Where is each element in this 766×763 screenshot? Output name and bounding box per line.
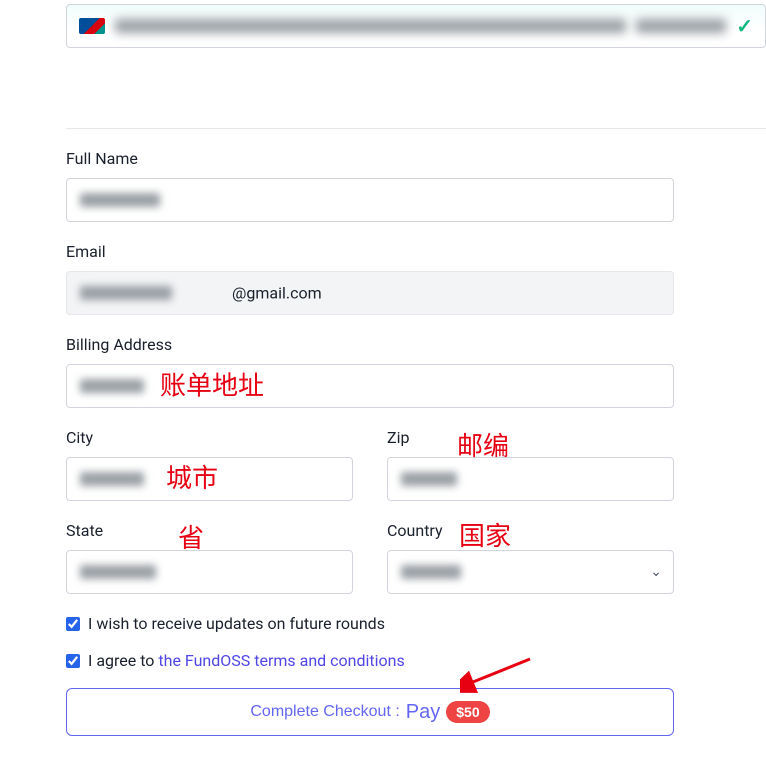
city-zip-row: City 城市 Zip 邮编: [66, 428, 674, 521]
agree-label: I agree to the FundOSS terms and conditi…: [88, 651, 405, 670]
email-label: Email: [66, 242, 674, 261]
city-group: City 城市: [66, 428, 353, 501]
unionpay-logo: [79, 18, 105, 34]
billing-address-label: Billing Address: [66, 335, 674, 354]
zip-group: Zip 邮编: [387, 428, 674, 501]
card-number-masked: [115, 19, 626, 33]
billing-address-group: Billing Address 账单地址: [66, 335, 674, 408]
billing-address-input[interactable]: [66, 364, 674, 408]
state-country-row: State 省 Country ⌄ 国家: [66, 521, 674, 614]
email-user-masked: [80, 286, 172, 300]
card-expiry-masked: [636, 19, 726, 33]
full-name-value-masked: [80, 193, 160, 207]
updates-label: I wish to receive updates on future roun…: [88, 614, 385, 633]
check-icon: ✓: [736, 14, 753, 38]
state-value-masked: [80, 565, 156, 579]
complete-checkout-button[interactable]: Complete Checkout : Pay $50: [66, 688, 674, 736]
section-divider: [66, 128, 766, 129]
updates-checkbox-row: I wish to receive updates on future roun…: [66, 614, 674, 633]
email-domain: @gmail.com: [232, 284, 322, 303]
agree-prefix: I agree to: [88, 651, 158, 670]
country-label: Country: [387, 521, 674, 540]
agree-checkbox[interactable]: [66, 654, 80, 668]
country-group: Country ⌄ 国家: [387, 521, 674, 594]
state-group: State 省: [66, 521, 353, 594]
zip-label: Zip: [387, 428, 674, 447]
updates-checkbox[interactable]: [66, 617, 80, 631]
checkout-pay-text: Pay: [406, 701, 440, 724]
email-group: Email @gmail.com: [66, 242, 674, 315]
full-name-group: Full Name: [66, 149, 674, 222]
amount-badge: $50: [446, 701, 489, 723]
city-label: City: [66, 428, 353, 447]
full-name-label: Full Name: [66, 149, 674, 168]
state-label: State: [66, 521, 353, 540]
billing-value-masked: [80, 379, 144, 393]
country-value-masked: [401, 565, 461, 579]
agree-checkbox-row: I agree to the FundOSS terms and conditi…: [66, 651, 674, 670]
checkout-text: Complete Checkout :: [250, 703, 399, 721]
card-payment-row[interactable]: ✓: [66, 4, 766, 48]
terms-link[interactable]: the FundOSS terms and conditions: [158, 651, 404, 670]
zip-value-masked: [401, 472, 457, 486]
city-value-masked: [80, 472, 144, 486]
